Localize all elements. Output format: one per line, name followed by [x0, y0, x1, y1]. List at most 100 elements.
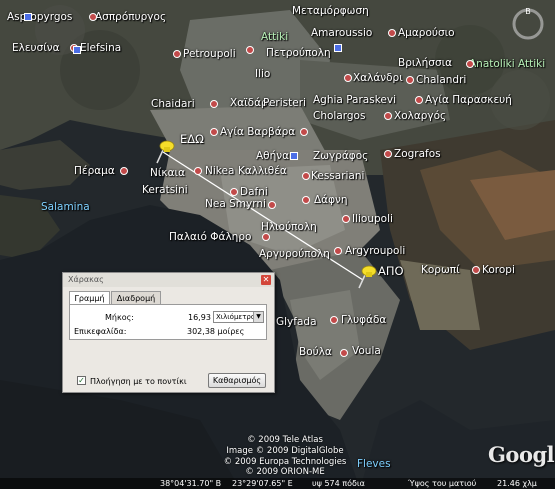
place-palaio-faliro: Παλαιό Φάληρο — [169, 231, 252, 243]
google-logo: Google — [488, 442, 555, 467]
place-athina: Αθήνα — [256, 150, 290, 162]
status-eye-altitude-label: Ύψος του ματιού — [408, 479, 477, 488]
status-elevation: υψ 574 πόδια — [312, 479, 365, 488]
place-aspropyrgos: Aspropyrgos — [7, 11, 73, 23]
place-ilioupoli: Ilioupoli — [352, 213, 393, 225]
place-dafni-gr: Δάφνη — [314, 194, 348, 206]
place-dot — [262, 233, 270, 241]
place-dot — [300, 128, 308, 136]
place-dot — [268, 201, 276, 209]
place-dot — [302, 172, 310, 180]
imagery-credit: © 2009 Europa Technologies — [223, 457, 347, 467]
place-dot — [230, 188, 238, 196]
place-peristeri: Peristeri — [263, 97, 306, 109]
place-elefsina: Elefsina — [80, 42, 122, 54]
place-dot — [340, 349, 348, 357]
place-argyroupoli: Argyroupoli — [345, 245, 406, 257]
status-latitude: 38°04'31.70" Β — [160, 479, 222, 488]
place-dot — [120, 167, 128, 175]
place-dot — [246, 46, 254, 54]
tab-line[interactable]: Γραμμή — [69, 291, 110, 305]
compass-ring-icon[interactable]: B — [508, 4, 548, 44]
place-dot — [173, 50, 181, 58]
place-dot — [330, 316, 338, 324]
place-dafni: Dafni — [240, 186, 268, 198]
heading-value: 302,38 μοίρες — [187, 327, 245, 336]
place-cholargos: Cholargos — [313, 110, 366, 122]
place-chalandri-gr: Χαλάνδρι — [353, 72, 403, 84]
place-fleves: Fleves — [357, 458, 391, 470]
place-dot — [342, 215, 350, 223]
place-dot — [384, 112, 392, 120]
place-kessariani: Kessariani — [311, 170, 365, 182]
place-kallithea: Καλλιθέα — [238, 165, 287, 177]
place-dot — [210, 128, 218, 136]
place-aghia-paraskevi-gr: Αγία Παρασκευή — [425, 94, 512, 106]
ruler-dialog[interactable]: Χάρακας ✕ Γραμμή Διαδρομή Μήκος: 16,93 Χ… — [62, 272, 275, 393]
place-zografos: Zografos — [394, 148, 441, 160]
place-dot — [194, 167, 202, 175]
place-dot — [302, 196, 310, 204]
svg-text:B: B — [525, 7, 531, 16]
tab-path[interactable]: Διαδρομή — [111, 291, 161, 304]
landmark-icon — [290, 152, 298, 160]
region-anatoliki-attiki: Anatoliki Attiki — [469, 58, 546, 70]
place-glyfada: Glyfada — [276, 316, 317, 328]
region-attiki: Attiki — [261, 31, 289, 43]
chevron-down-icon: ▼ — [253, 312, 263, 322]
place-dot — [344, 74, 352, 82]
place-agia-varvara: Αγία Βαρβάρα — [220, 126, 296, 138]
place-dot — [388, 29, 396, 37]
unit-select-value: Χιλιόμετρα — [216, 313, 256, 321]
place-zografos-gr: Ζωγράφος — [313, 150, 369, 162]
place-nikea: Nikea — [205, 165, 235, 177]
place-salamina: Salamina — [41, 201, 90, 213]
place-aspropyrgos-gr: Ασπρόπυργος — [95, 11, 167, 23]
place-nikaia: Νίκαια — [150, 167, 185, 179]
place-koropi: Koropi — [482, 264, 515, 276]
place-keratsini: Keratsini — [142, 184, 188, 196]
place-nea-smyrni: Nea Smyrni — [205, 198, 266, 210]
place-glyfada-gr: Γλυφάδα — [341, 314, 387, 326]
place-petroupoli: Petroupoli — [183, 48, 236, 60]
landmark-icon — [334, 44, 342, 52]
imagery-credit: © 2009 Tele Atlas — [247, 435, 323, 445]
place-metamorfosi: Μεταμόρφωση — [292, 5, 369, 17]
place-dot — [334, 247, 342, 255]
place-dot — [466, 60, 474, 68]
landmark-icon — [73, 46, 81, 54]
imagery-credit: Image © 2009 DigitalGlobe — [226, 446, 344, 456]
close-icon[interactable]: ✕ — [261, 275, 271, 285]
heading-label: Επικεφαλίδα: — [74, 327, 127, 336]
landmark-icon — [24, 13, 32, 21]
mouse-navigation-label: Πλοήγηση με το ποντίκι — [90, 377, 187, 386]
length-value: 16,93 — [188, 313, 211, 322]
imagery-credit: © 2009 ORION-ME — [245, 467, 325, 477]
clear-button[interactable]: Καθαρισμός — [208, 373, 266, 388]
place-dot — [415, 96, 423, 104]
place-dot — [472, 266, 480, 274]
place-voula: Voula — [352, 345, 381, 357]
place-ilioupoli-gr: Ηλιούπολη — [261, 221, 317, 233]
pushpin-icon[interactable] — [153, 138, 179, 164]
place-chaidari: Chaidari — [151, 98, 195, 110]
place-argyroupoli-gr: Αργυρούπολη — [259, 248, 330, 260]
marker-label-apo: ΑΠΟ — [378, 264, 404, 278]
place-dot — [89, 13, 97, 21]
place-perama: Πέραμα — [74, 165, 115, 177]
place-amaroussio: Amaroussio — [311, 27, 373, 39]
place-vrilissia: Βριλήσσια — [398, 57, 453, 69]
place-aghia-paraskevi: Aghia Paraskevi — [313, 94, 397, 106]
place-dot — [384, 150, 392, 158]
dialog-title: Χάρακας — [63, 273, 274, 287]
place-cholargos-gr: Χολαργός — [394, 110, 447, 122]
place-petroupoli-gr: Πετρούπολη — [266, 47, 331, 59]
place-amaroussio-gr: Αμαρούσιο — [398, 27, 455, 39]
pushpin-icon[interactable] — [355, 263, 381, 289]
mouse-navigation-checkbox[interactable]: ✓ — [77, 376, 86, 385]
place-koropi-gr: Κορωπί — [421, 264, 460, 276]
terrain-imagery — [0, 0, 555, 489]
place-dot — [406, 76, 414, 84]
satellite-map[interactable]: Aspropyrgos Ασπρόπυργος Μεταμόρφωση Amar… — [0, 0, 555, 489]
unit-select[interactable]: Χιλιόμετρα ▼ — [213, 311, 264, 323]
